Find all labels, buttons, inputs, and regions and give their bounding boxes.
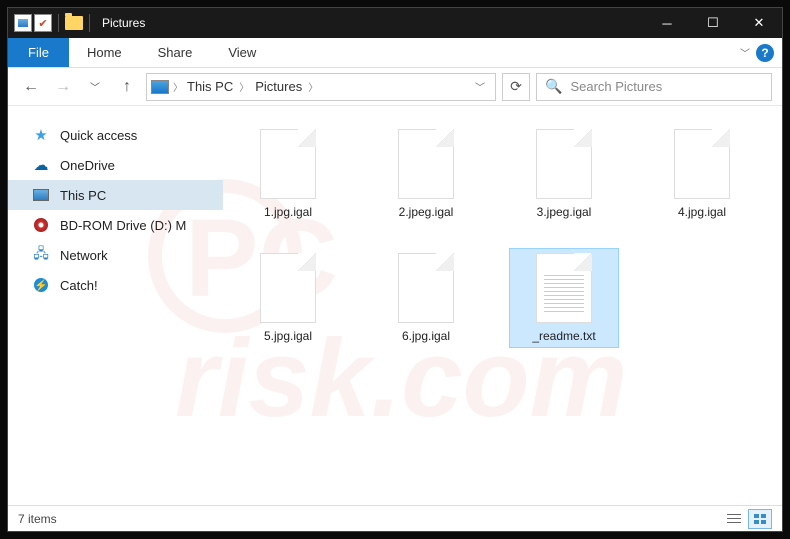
blank-file-icon: [674, 129, 730, 199]
search-placeholder: Search Pictures: [570, 79, 662, 94]
file-label: _readme.txt: [532, 329, 595, 343]
network-icon: 🖧: [32, 247, 50, 263]
details-view-button[interactable]: [722, 509, 746, 529]
disc-icon: [32, 217, 50, 233]
blank-file-icon: [260, 129, 316, 199]
sidebar-item-label: OneDrive: [60, 158, 115, 173]
file-tab[interactable]: File: [8, 38, 69, 67]
chevron-right-icon: 〉: [173, 79, 183, 94]
breadcrumb: This PC 〉 Pictures 〉: [187, 79, 318, 94]
address-dropdown-icon[interactable]: ﹀: [469, 79, 491, 94]
blank-file-icon: [398, 253, 454, 323]
sidebar-item-this-pc[interactable]: This PC: [8, 180, 223, 210]
sidebar-item-network[interactable]: 🖧 Network: [8, 240, 223, 270]
titlebar: ✔ Pictures ─ ☐ ✕: [8, 8, 782, 38]
breadcrumb-item[interactable]: This PC: [187, 79, 233, 94]
recent-dropdown-icon[interactable]: ﹀: [82, 74, 108, 100]
blank-file-icon: [398, 129, 454, 199]
file-item[interactable]: 1.jpg.igal: [233, 124, 343, 224]
chevron-right-icon: 〉: [308, 79, 318, 94]
search-input[interactable]: 🔍 Search Pictures: [536, 73, 772, 101]
sidebar-item-label: This PC: [60, 188, 106, 203]
sidebar-item-label: BD-ROM Drive (D:) M: [60, 218, 186, 233]
text-file-icon: [536, 253, 592, 323]
ribbon-collapse-icon[interactable]: ﹀: [740, 45, 750, 60]
blank-file-icon: [260, 253, 316, 323]
up-button[interactable]: ↑: [114, 74, 140, 100]
file-label: 1.jpg.igal: [264, 205, 312, 219]
tab-share[interactable]: Share: [140, 38, 211, 67]
sidebar: ★ Quick access ☁ OneDrive This PC BD-ROM Driv…: [8, 106, 223, 505]
maximize-button[interactable]: ☐: [690, 8, 736, 38]
explorer-window: ✔ Pictures ─ ☐ ✕ File Home Share View ﹀ …: [7, 7, 783, 532]
file-item[interactable]: 6.jpg.igal: [371, 248, 481, 348]
icons-view-button[interactable]: [748, 509, 772, 529]
location-icon: [151, 80, 169, 94]
sidebar-item-label: Network: [60, 248, 108, 263]
sidebar-item-catch-[interactable]: ⚡ Catch!: [8, 270, 223, 300]
navbar: ← → ﹀ ↑ 〉 This PC 〉 Pictures 〉 ﹀ ⟳ 🔍 Sea…: [8, 68, 782, 106]
chevron-right-icon: 〉: [239, 79, 249, 94]
file-item[interactable]: 5.jpg.igal: [233, 248, 343, 348]
sidebar-item-label: Catch!: [60, 278, 98, 293]
back-button[interactable]: ←: [18, 74, 44, 100]
sidebar-item-onedrive[interactable]: ☁ OneDrive: [8, 150, 223, 180]
file-item[interactable]: _readme.txt: [509, 248, 619, 348]
close-button[interactable]: ✕: [736, 8, 782, 38]
tab-home[interactable]: Home: [69, 38, 140, 67]
file-area[interactable]: 1.jpg.igal 2.jpeg.igal 3.jpeg.igal 4.jpg.ig…: [223, 106, 782, 505]
file-label: 5.jpg.igal: [264, 329, 312, 343]
sidebar-item-label: Quick access: [60, 128, 137, 143]
address-bar[interactable]: 〉 This PC 〉 Pictures 〉 ﹀: [146, 73, 496, 101]
pc-icon: [32, 187, 50, 203]
window-title: Pictures: [102, 16, 145, 30]
refresh-button[interactable]: ⟳: [502, 73, 530, 101]
file-label: 3.jpeg.igal: [537, 205, 592, 219]
catch-icon: ⚡: [32, 277, 50, 293]
minimize-button[interactable]: ─: [644, 8, 690, 38]
blank-file-icon: [536, 129, 592, 199]
app-icon: [14, 14, 32, 32]
tab-view[interactable]: View: [210, 38, 274, 67]
sidebar-item-bd-rom-drive-d-m[interactable]: BD-ROM Drive (D:) M: [8, 210, 223, 240]
breadcrumb-item[interactable]: Pictures: [255, 79, 302, 94]
star-icon: ★: [32, 127, 50, 143]
item-count: 7 items: [18, 512, 57, 526]
cloud-icon: ☁: [32, 157, 50, 173]
forward-button[interactable]: →: [50, 74, 76, 100]
ribbon: File Home Share View ﹀ ?: [8, 38, 782, 68]
file-item[interactable]: 2.jpeg.igal: [371, 124, 481, 224]
file-label: 6.jpg.igal: [402, 329, 450, 343]
statusbar: 7 items: [8, 505, 782, 531]
properties-icon[interactable]: ✔: [34, 14, 52, 32]
file-item[interactable]: 3.jpeg.igal: [509, 124, 619, 224]
folder-icon: [65, 16, 83, 30]
quick-access-toolbar: ✔: [8, 14, 94, 32]
sidebar-item-quick-access[interactable]: ★ Quick access: [8, 120, 223, 150]
file-item[interactable]: 4.jpg.igal: [647, 124, 757, 224]
search-icon: 🔍: [545, 78, 562, 95]
file-label: 4.jpg.igal: [678, 205, 726, 219]
help-icon[interactable]: ?: [756, 44, 774, 62]
file-label: 2.jpeg.igal: [399, 205, 454, 219]
